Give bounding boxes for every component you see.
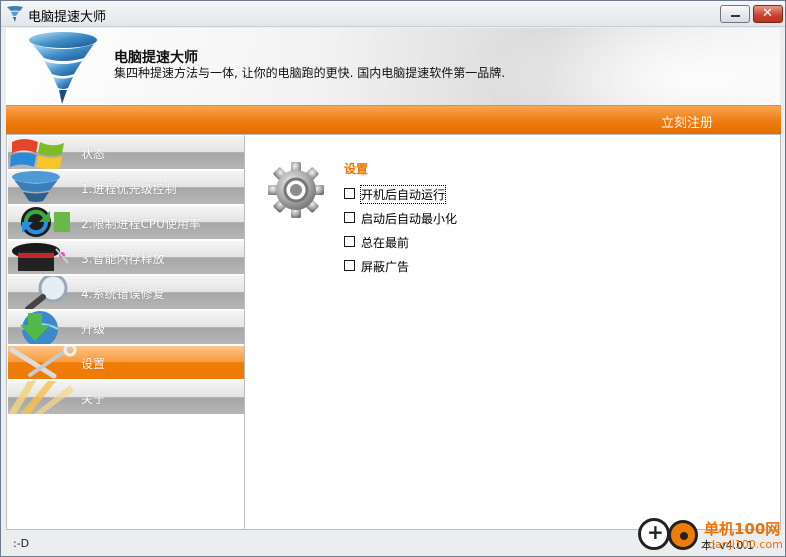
minimize-button[interactable] (720, 5, 750, 23)
tools-icon (9, 346, 77, 379)
sidebar-item-priority[interactable]: 1.进程优先级控制 (8, 171, 244, 204)
sidebar-item-upgrade[interactable]: 升级 (8, 311, 244, 344)
checkbox-box[interactable] (344, 212, 355, 223)
sidebar: 状态 1.进程优先级控制 2.限制进程CPU使用率 3.智能内存释放 4.系统错… (6, 134, 245, 530)
checkbox-box[interactable] (344, 260, 355, 271)
section-title: 设置 (344, 162, 369, 176)
window-title: 电脑提速大师 (28, 10, 107, 25)
checkbox-box[interactable] (344, 188, 355, 199)
toolbar: 立刻注册 (6, 105, 781, 134)
sidebar-item-label: 升级 (81, 322, 106, 336)
light-rays-icon (8, 381, 74, 414)
sidebar-item-label: 状态 (81, 147, 106, 161)
settings-panel: 设置 开机后自动运行 启动后自动最小化 总在最前 屏蔽广告 (245, 134, 781, 530)
header-banner: 电脑提速大师 集四种提速方法与一体, 让你的电脑跑的更快. 国内电脑提速软件第一… (6, 28, 780, 105)
close-button[interactable]: ✕ (753, 5, 783, 23)
header-subtitle: 集四种提速方法与一体, 让你的电脑跑的更快. 国内电脑提速软件第一品牌. (114, 66, 506, 80)
sidebar-item-cpu-limit[interactable]: 2.限制进程CPU使用率 (8, 206, 244, 239)
tornado-icon (7, 6, 23, 22)
checkbox-box[interactable] (344, 236, 355, 247)
sidebar-item-label: 3.智能内存释放 (81, 252, 165, 266)
gear-icon (268, 162, 324, 218)
download-globe-icon (20, 311, 59, 344)
app-window: 电脑提速大师 ✕ 电脑提速大师 集四种提速方法与一体, 让你的电脑跑的更快. 国… (0, 0, 786, 557)
plus-icon: + (647, 520, 664, 544)
sidebar-item-about[interactable]: 关于 (8, 381, 244, 414)
sidebar-item-label: 2.限制进程CPU使用率 (81, 217, 201, 231)
checkbox-label[interactable]: 开机后自动运行 (359, 185, 447, 204)
register-link[interactable]: 立刻注册 (661, 112, 713, 131)
sidebar-item-label: 1.进程优先级控制 (81, 182, 177, 196)
sidebar-item-label: 关于 (81, 392, 106, 406)
status-text: :-D (13, 537, 30, 550)
close-icon: ✕ (762, 6, 773, 21)
sidebar-item-label: 4.系统错误修复 (81, 287, 165, 301)
refresh-arrows-icon (21, 207, 70, 237)
sidebar-item-memory[interactable]: 3.智能内存释放 (8, 241, 244, 274)
checkbox-label[interactable]: 总在最前 (361, 234, 409, 251)
checkbox-label[interactable]: 屏蔽广告 (361, 258, 409, 275)
tornado-icon (12, 171, 60, 202)
title-bar[interactable]: 电脑提速大师 ✕ (1, 1, 785, 27)
magnifier-icon (25, 276, 68, 309)
sidebar-item-settings[interactable]: 设置 (8, 346, 244, 379)
minimize-icon (731, 15, 740, 17)
watermark: + 单机100网 danji100.com (638, 516, 786, 557)
watermark-name: 单机100网 (704, 520, 781, 538)
sidebar-item-label: 设置 (81, 357, 106, 371)
watermark-url: danji100.com (708, 538, 783, 551)
tornado-logo-icon (29, 32, 97, 104)
sidebar-item-repair[interactable]: 4.系统错误修复 (8, 276, 244, 309)
magic-hat-icon (12, 243, 69, 271)
sidebar-item-status[interactable]: 状态 (8, 136, 244, 169)
windows-logo-icon (10, 139, 64, 169)
checkbox-label[interactable]: 启动后自动最小化 (361, 210, 457, 227)
